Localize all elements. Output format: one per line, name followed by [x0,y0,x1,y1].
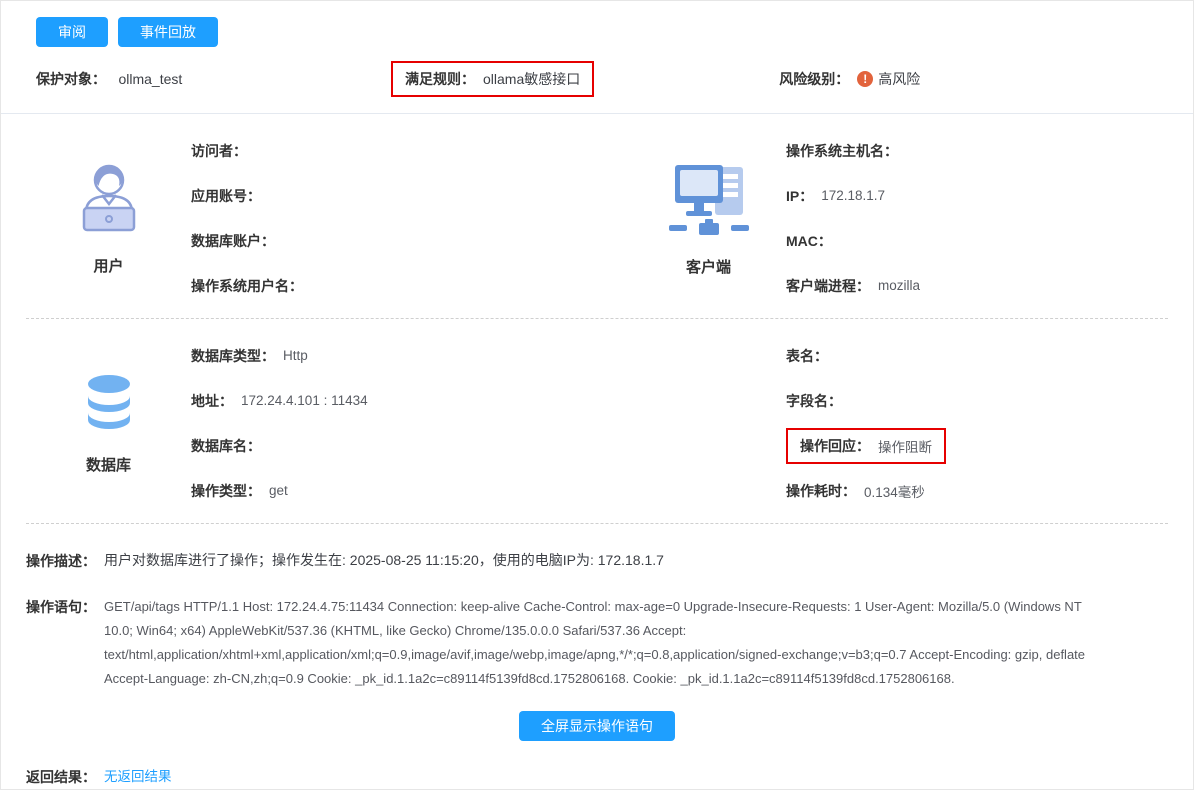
database-section-title: 数据库 [86,454,131,475]
user-block: 用户 [26,160,191,276]
field-row: 访问者： [191,128,631,173]
field-label: 数据库类型： [191,346,275,366]
field-row: 地址： 172.24.4.101 : 11434 [191,378,631,423]
section-divider [26,523,1168,524]
database-section: 数据库 数据库类型： Http 地址： 172.24.4.101 : 11434… [1,319,1193,523]
field-value: get [269,483,288,498]
warning-icon: ! [857,71,873,87]
risk-level: 风险级别： ! 高风险 [779,69,1158,89]
field-label: 表名： [786,346,828,366]
operation-description-text: 用户对数据库进行了操作；操作发生在: 2025-08-25 11:15:20，使… [104,549,664,571]
field-row: 数据库类型： Http [191,333,631,378]
client-fields: 操作系统主机名： IP： 172.18.1.7 MAC： 客户端进程： mozi… [786,128,1168,308]
field-row: 字段名： [786,378,1168,423]
rule-label: 满足规则： [405,69,475,89]
field-label: 操作系统主机名： [786,141,898,161]
field-row: 操作回应： 操作阻断 [786,423,1168,468]
toolbar: 审阅 事件回放 [1,1,1193,47]
field-row: 客户端进程： mozilla [786,263,1168,308]
user-fields: 访问者： 应用账号： 数据库账户： 操作系统用户名： [191,128,631,308]
field-label: IP： [786,186,813,206]
protect-object-label: 保护对象： [36,71,106,87]
field-row: IP： 172.18.1.7 [786,173,1168,218]
return-result-label: 返回结果： [26,765,96,787]
client-section-title: 客户端 [686,256,731,277]
field-label: 操作回应： [800,436,870,456]
database-icon [77,371,141,444]
operation-statement-row: 操作语句： GET/api/tags HTTP/1.1 Host: 172.24… [1,595,1193,691]
event-detail-page: 审阅 事件回放 保护对象： ollma_test 满足规则： ollama敏感接… [0,0,1194,790]
database-fields: 数据库类型： Http 地址： 172.24.4.101 : 11434 数据库… [191,333,631,513]
rule-highlight-box: 满足规则： ollama敏感接口 [391,61,594,97]
field-row: 数据库名： [191,423,631,468]
risk-value: 高风险 [878,69,920,89]
field-value: 172.18.1.7 [821,188,885,203]
event-replay-button[interactable]: 事件回放 [118,17,218,47]
database-block: 数据库 [26,371,191,475]
field-row: MAC： [786,218,1168,263]
field-row: 操作系统用户名： [191,263,631,308]
return-result-row: 返回结果： 无返回结果 [1,765,1193,787]
fullscreen-button-row: 全屏显示操作语句 [1,711,1193,741]
field-label: 地址： [191,391,233,411]
field-label: 应用账号： [191,186,261,206]
header-summary: 保护对象： ollma_test 满足规则： ollama敏感接口 风险级别： … [1,47,1193,114]
field-label: 操作类型： [191,481,261,501]
field-value: Http [283,348,308,363]
review-button[interactable]: 审阅 [36,17,108,47]
field-label: 客户端进程： [786,276,870,296]
operation-statement-label: 操作语句： [26,595,96,617]
field-row: 表名： [786,333,1168,378]
field-label: 访问者： [191,141,247,161]
field-label: MAC： [786,231,832,251]
rule-cell: 满足规则： ollama敏感接口 [391,61,594,97]
operation-description-label: 操作描述： [26,549,96,571]
field-label: 字段名： [786,391,842,411]
field-label: 数据库账户： [191,231,275,251]
operation-statement-text: GET/api/tags HTTP/1.1 Host: 172.24.4.75:… [104,595,1106,691]
field-row: 应用账号： [191,173,631,218]
field-value: 操作阻断 [878,436,932,456]
protect-object-value: ollma_test [118,71,182,87]
user-client-section: 用户 访问者： 应用账号： 数据库账户： 操作系统用户名： [1,114,1193,318]
field-value: mozilla [878,278,920,293]
rule-value: ollama敏感接口 [483,69,580,89]
field-value: 0.134毫秒 [864,481,925,501]
user-section-title: 用户 [93,255,123,276]
result-fields: 表名： 字段名： 操作回应： 操作阻断 操作耗时： 0.134毫秒 [786,333,1168,513]
fullscreen-statement-button[interactable]: 全屏显示操作语句 [519,711,675,741]
field-label: 操作系统用户名： [191,276,303,296]
protect-object: 保护对象： ollma_test [36,69,391,89]
user-laptop-icon [72,160,146,245]
field-label: 操作耗时： [786,481,856,501]
client-computer-icon [667,159,751,246]
client-block: 客户端 [631,159,786,277]
field-row: 数据库账户： [191,218,631,263]
field-value: 172.24.4.101 : 11434 [241,393,368,408]
field-row: 操作系统主机名： [786,128,1168,173]
field-label: 数据库名： [191,436,261,456]
field-row: 操作类型： get [191,468,631,513]
response-highlight-box: 操作回应： 操作阻断 [786,428,946,464]
operation-description-row: 操作描述： 用户对数据库进行了操作；操作发生在: 2025-08-25 11:1… [1,549,1193,571]
risk-label: 风险级别： [779,69,849,89]
no-return-result-link[interactable]: 无返回结果 [104,765,172,785]
field-row: 操作耗时： 0.134毫秒 [786,468,1168,513]
